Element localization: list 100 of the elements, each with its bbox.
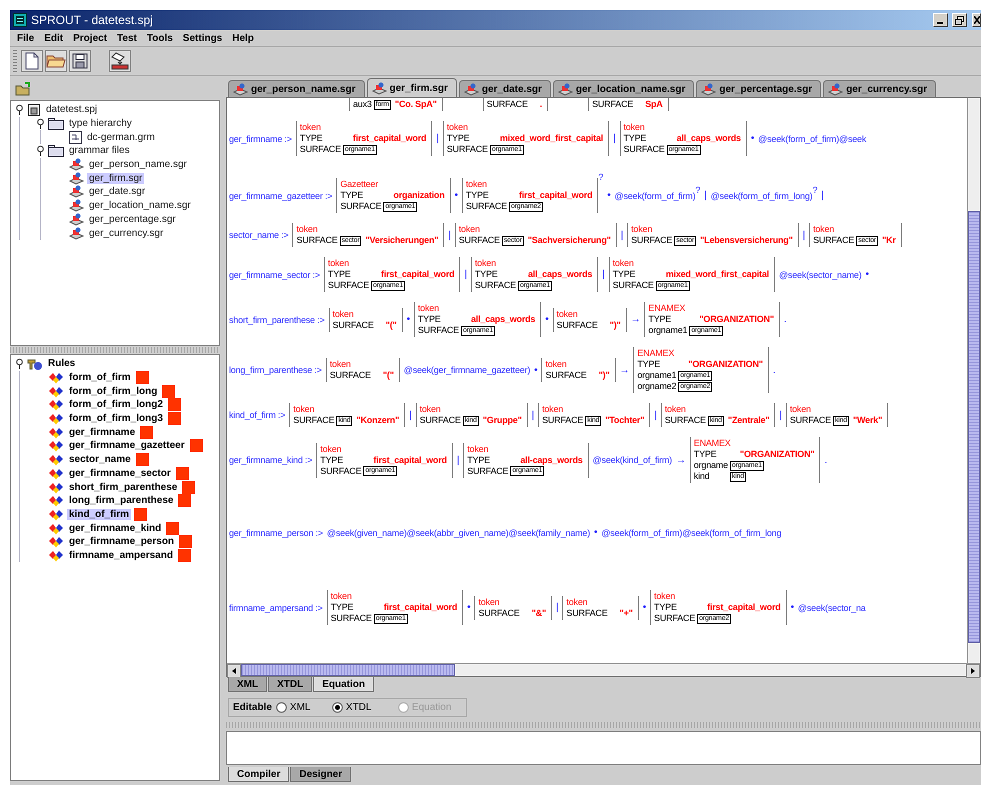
rule-icon [48,453,64,466]
type-label: token [478,596,500,608]
tree-item[interactable]: long_firm_parenthese [67,495,176,506]
file-tab[interactable]: ger_firm.sgr [366,78,457,97]
open-folder-button[interactable] [45,50,67,72]
attribute-name: SURFACE [624,144,665,155]
menu-item[interactable]: File [13,32,38,44]
type-label: token [654,591,676,602]
compile-button[interactable] [109,50,131,72]
tree-item[interactable]: form_of_firm_long [67,386,160,397]
type-label: token [446,122,469,133]
radio-button[interactable] [332,702,343,712]
menu-item[interactable]: Tools [142,32,177,44]
operator: • [545,314,549,325]
type-label: token [467,444,490,454]
operator: • [454,190,458,201]
operator: → [630,314,640,325]
attribute-value: "Versicherungen" [364,235,438,246]
tree-item[interactable]: ger_percentage.sgr [87,214,178,225]
radio-button[interactable] [276,702,287,712]
rule-icon [48,426,64,439]
tree-item[interactable]: Rules [46,358,78,370]
view-tab[interactable]: XML [228,677,268,692]
tree-item[interactable]: ger_date.sgr [87,186,148,198]
attribute-value: . [538,99,542,110]
tree-item[interactable]: ger_firmname_kind [67,522,164,534]
horizontal-scrollbar[interactable] [227,663,980,676]
tree-item[interactable]: ger_location_name.sgr [87,200,193,212]
file-tab[interactable]: ger_location_name.sgr [552,80,694,97]
attribute-name: TYPE [467,454,491,466]
stacked-file-icon [69,172,84,185]
type-label: ENAMEX [648,303,686,314]
operator: • [594,527,598,538]
tree-item[interactable]: type hierarchy [67,118,134,130]
attribute-value: "Lebensversicherung" [699,235,793,246]
rule-call: @seek(sector_na [798,602,866,612]
attribute-name: SURFACE [330,613,372,624]
panel-tab[interactable]: Designer [290,767,352,782]
menu-item[interactable]: Settings [178,32,226,44]
attribute-name: TYPE [446,133,470,144]
menu-item[interactable]: Test [113,32,141,44]
attribute-value: first_capital_word [352,133,426,144]
menu-item[interactable]: Project [69,32,112,44]
tree-item[interactable]: grammar files [67,145,132,156]
attribute-name: SURFACE [296,235,338,246]
file-tab[interactable]: ger_person_name.sgr [228,80,364,97]
attribute-name: SURFACE [542,415,584,426]
attribute-name: SURFACE [458,235,500,246]
tree-item[interactable]: form_of_firm_long3 [67,413,165,424]
minimize-button[interactable] [933,13,948,27]
tree-item[interactable]: ger_firmname_sector [67,468,173,479]
tree-item[interactable]: kind_of_firm [67,508,132,520]
tree-item[interactable]: ger_firmname [67,426,138,438]
attribute-name: SURFACE [654,613,696,624]
type-label: token [418,303,440,314]
optional-mark: ? [695,184,700,194]
attribute-value: all_caps_words [676,133,741,144]
add-folder-button[interactable] [13,80,33,98]
rule-call: @seek(kind_of_firm) [592,455,672,465]
tree-item[interactable]: firmname_ampersand [67,550,175,561]
file-tab[interactable]: ger_date.sgr [458,80,551,97]
file-tab[interactable]: ger_percentage.sgr [696,80,822,97]
vertical-scrollbar[interactable] [967,98,980,663]
close-button[interactable] [972,13,981,27]
tree-item[interactable]: datetest.spj [44,104,100,116]
menu-item[interactable]: Edit [40,32,68,44]
tree-item[interactable]: dc-german.grm [85,132,157,143]
stacked-file-icon [701,82,716,96]
tree-item[interactable]: ger_currency.sgr [87,228,166,239]
attribute-value: "Tochter" [604,415,644,426]
view-tab[interactable]: Equation [313,677,374,692]
operator: | [456,454,460,466]
attribute-value: ")" [608,320,621,330]
type-label: token [631,224,654,235]
attribute-value: "ORGANIZATION" [738,449,814,460]
operator: | [556,602,558,613]
attribute-name: SURFACE [446,144,488,155]
tree-item[interactable]: sector_name [67,454,133,466]
save-button[interactable] [69,50,91,72]
status-square-icon [134,508,148,521]
view-tab[interactable]: XTDL [268,677,312,692]
tree-item[interactable]: ger_person_name.sgr [87,159,189,170]
radio-label: XML [290,702,310,712]
new-file-button[interactable] [21,50,43,72]
operator: | [779,410,782,420]
tree-item[interactable]: ger_firmname_gazetteer [67,440,187,452]
file-tab[interactable]: ger_currency.sgr [823,80,936,97]
rule-name: ger_firmname :> [229,134,292,144]
tree-item[interactable]: ger_firm.sgr [87,172,144,184]
tree-item[interactable]: ger_firmname_person [67,536,176,548]
tree-item[interactable]: short_firm_parenthese [67,482,180,493]
maximize-button[interactable] [952,13,967,27]
operator: | [464,269,467,280]
attribute-value: first_capital_word [372,454,447,466]
menu-item[interactable]: Help [228,32,258,44]
attribute-name: TYPE [466,190,490,201]
tree-item[interactable]: form_of_firm [67,372,133,384]
attribute-value: SpA [644,99,663,110]
panel-tab[interactable]: Compiler [228,767,290,782]
tree-item[interactable]: form_of_firm_long2 [67,399,165,410]
